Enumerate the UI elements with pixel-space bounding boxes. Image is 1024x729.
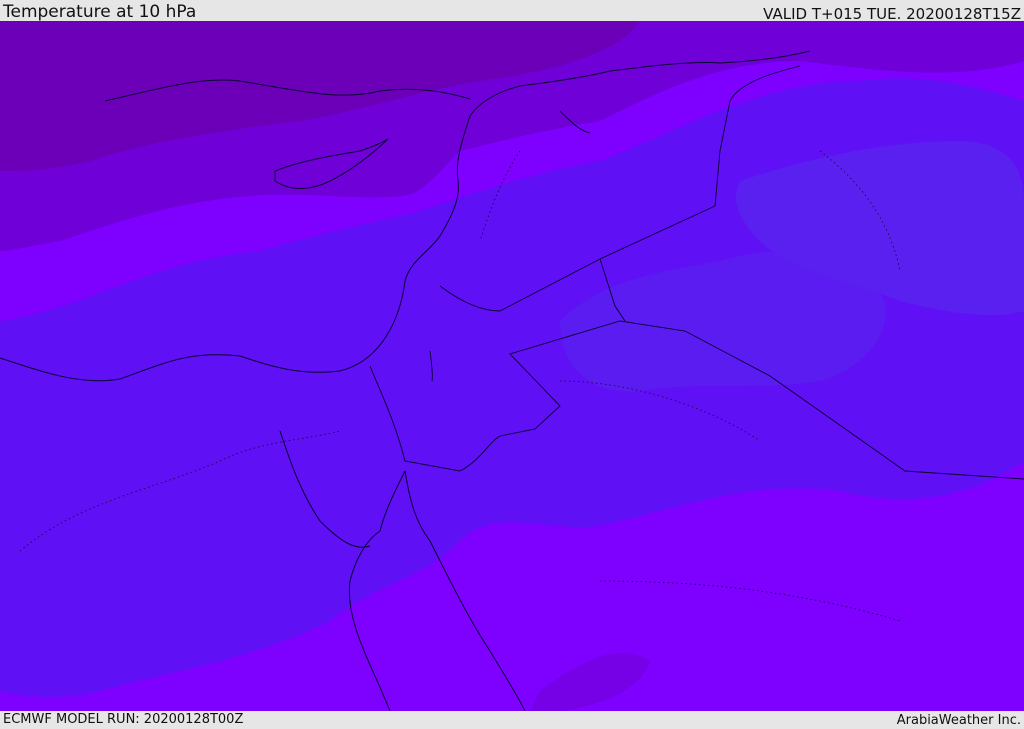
model-run: ECMWF MODEL RUN: 20200128T00Z [3,712,244,727]
map-title: Temperature at 10 hPa [3,2,197,22]
credit-text: ArabiaWeather Inc. [896,713,1021,728]
header-bar: Temperature at 10 hPa VALID T+015 TUE. 2… [0,0,1024,23]
footer-bar: ECMWF MODEL RUN: 20200128T00Z ArabiaWeat… [0,711,1024,729]
temperature-map [0,21,1024,711]
map-canvas [0,21,1024,711]
